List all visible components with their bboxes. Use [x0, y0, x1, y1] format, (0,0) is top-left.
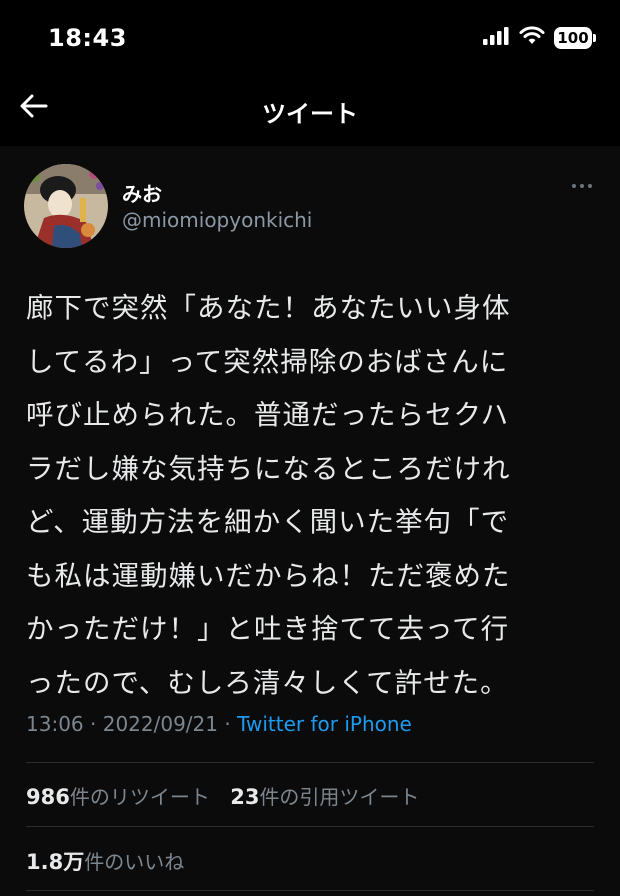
tweet-date: 2022/09/21	[102, 712, 218, 736]
retweets-label: 件のリツイート	[69, 785, 210, 809]
divider	[26, 890, 594, 891]
nav-bar: ツイート	[0, 80, 620, 146]
battery-indicator: 100	[554, 27, 596, 49]
meta-separator: ·	[224, 712, 231, 736]
divider	[26, 762, 594, 763]
likes-count: 1.8万	[26, 850, 85, 874]
stats-row-likes: 1.8万件のいいね	[26, 846, 198, 876]
likes-stat[interactable]: 1.8万件のいいね	[26, 850, 184, 874]
divider	[26, 826, 594, 827]
meta-separator: ·	[90, 712, 97, 736]
tweet-meta: 13:06 · 2022/09/21 · Twitter for iPhone	[26, 712, 412, 736]
user-handle[interactable]: @miomiopyonkichi	[122, 208, 312, 232]
wifi-icon	[518, 26, 546, 50]
avatar-image	[24, 164, 108, 248]
quotes-stat[interactable]: 23件の引用ツイート	[230, 785, 419, 809]
retweets-stat[interactable]: 986件のリツイート	[26, 785, 210, 809]
signal-icon	[482, 26, 510, 50]
page-title: ツイート	[262, 100, 358, 128]
more-options-icon[interactable]	[572, 184, 592, 188]
status-bar: 18:43 100	[0, 0, 620, 80]
tweet-text: 廊下で突然「あなた！あなたいい身体 してるわ」って突然掃除のおばさんに 呼び止め…	[26, 292, 511, 699]
display-name[interactable]: みお	[122, 178, 162, 207]
status-icons: 100	[482, 26, 596, 50]
status-time: 18:43	[48, 24, 127, 52]
tweet-time: 13:06	[26, 712, 84, 736]
stats-row-retweets: 986件のリツイート 23件の引用ツイート	[26, 781, 433, 810]
tweet-source-link[interactable]: Twitter for iPhone	[237, 712, 412, 736]
tweet-detail: みお @miomiopyonkichi 廊下で突然「あなた！あなたいい身体 して…	[0, 146, 620, 896]
avatar[interactable]	[24, 164, 108, 248]
quotes-count: 23	[230, 785, 260, 809]
quotes-label: 件の引用ツイート	[259, 785, 420, 809]
retweets-count: 986	[26, 785, 70, 809]
likes-label: 件のいいね	[84, 850, 185, 874]
